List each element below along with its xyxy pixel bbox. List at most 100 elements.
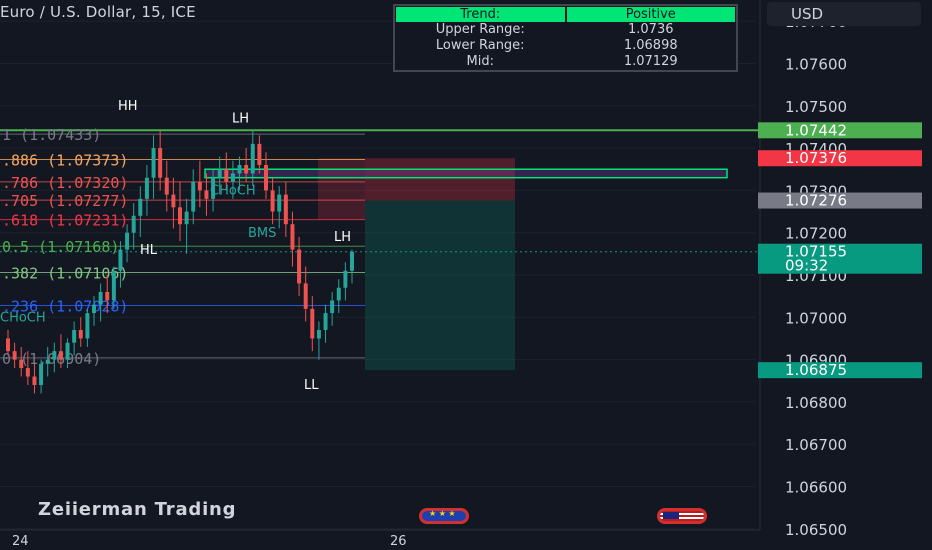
candle-body [58,351,63,360]
candle-body [65,342,70,360]
time-tick: 24 [12,534,29,549]
lower-range-label: Lower Range: [435,38,525,53]
candle-body [197,181,202,191]
candle-body [32,376,37,385]
price-tick: 1.07200 [785,225,847,243]
candle-body [6,338,10,352]
candle-body [343,270,348,288]
candle-body [151,148,156,178]
candle-body [217,169,222,178]
candle-body [178,207,182,225]
price-tick: 1.06700 [785,436,847,454]
price-tick: 1.07000 [785,309,847,327]
candle-body [290,224,295,250]
candle-body [230,173,235,182]
price-labels: 1.074421.073761.072761.0715509:321.06875 [758,121,922,379]
flag-us-icon[interactable] [657,508,707,524]
fib-label: .786 (1.07320) [2,174,128,192]
price-tick: 1.06800 [785,394,847,412]
candle-body [330,300,335,314]
upper-range-label: Upper Range: [435,22,525,37]
fib-label: 0.5 (1.07168) [2,238,119,256]
candle-body [310,308,315,339]
candle-body [144,177,149,199]
price-label-text: 1.07376 [785,149,847,167]
candle-body [138,198,143,216]
candle-body [39,363,44,385]
upper-range-value: 1.0736 [628,22,674,37]
fib-label: .886 (1.07373) [2,152,128,170]
candle-body [316,330,321,339]
currency-button[interactable]: USD [767,2,921,26]
candle-body [171,194,176,208]
candle-body [158,148,163,178]
candle-body [323,313,328,330]
mid-value: 1.07129 [623,54,678,69]
fib-levels: 1 (1.07433) .886 (1.07373) .786 (1.07320).… [0,126,365,368]
structure-label: CHoCH [210,184,256,199]
time-axis[interactable]: 24 26 [0,529,760,549]
candle-body [19,359,24,369]
candle-body [264,165,268,191]
candle-body [297,249,302,284]
candle-body [12,351,17,360]
mid-label: Mid: [466,54,494,69]
mid-row: Mid: 1.07129 [395,54,736,70]
upper-range-row: Upper Range: 1.0736 [395,22,736,38]
fib-label: .382 (1.07106) [2,264,128,282]
price-label-text: 1.07442 [785,121,847,139]
candle-body [244,165,249,174]
price-chart[interactable]: 1 (1.07433) .886 (1.07373) .786 (1.07320).… [0,0,932,550]
trend-table: Trend: Positive Upper Range: 1.0736 Lowe… [393,4,738,72]
price-label-text: 1.07276 [785,192,847,210]
candle-body [45,359,50,364]
candle-body [52,351,57,360]
candle-body [131,215,136,233]
structure-label: LL [304,378,319,393]
candle-body [283,194,288,225]
fib-label: 1 (1.07433) [2,126,101,144]
candle-body [164,177,169,195]
candle-body [125,232,130,250]
structure-label: LH [334,230,351,245]
candle-body [105,291,110,301]
fvg-zone [318,158,365,220]
price-tick: 1.06500 [785,521,847,539]
candle-body [204,190,209,199]
candle-body [303,283,308,309]
countdown-text: 09:32 [785,257,828,275]
candle-body [98,291,103,305]
price-tick: 1.06600 [785,479,847,497]
trend-value: Positive [566,7,735,22]
structure-label: HH [118,99,138,114]
candle-body [111,270,116,301]
structure-label: CHoCH [0,311,46,326]
candle-body [118,249,123,271]
fib-label: .705 (1.07277) [2,192,128,210]
price-label-text: 1.06875 [785,361,847,379]
symbol-title[interactable]: Euro / U.S. Dollar, 15, ICE [0,3,196,21]
candle-body [191,181,196,212]
candle-body [277,194,282,212]
fib-label: 0 (1.06904) [2,350,101,368]
candle-body [78,330,83,339]
structure-label: LH [232,112,249,127]
time-tick: 26 [390,534,407,549]
order-block [204,168,728,179]
lower-range-value: 1.06898 [623,38,678,53]
candle-body [250,143,255,174]
flag-eu-icon[interactable] [419,508,469,524]
watermark: Zeiierman Trading [38,499,237,520]
candle-body [237,165,242,174]
stop-zone [365,158,515,201]
candle-body [270,190,275,212]
trend-label: Trend: [396,7,565,22]
candle-body [92,304,96,314]
candle-body [184,211,189,225]
lower-range-row: Lower Range: 1.06898 [395,38,736,54]
target-zone [365,200,515,371]
candle-body [25,368,30,377]
structure-label: BMS [248,226,276,241]
trend-row: Trend: Positive [395,6,736,22]
candle-body [257,143,262,165]
